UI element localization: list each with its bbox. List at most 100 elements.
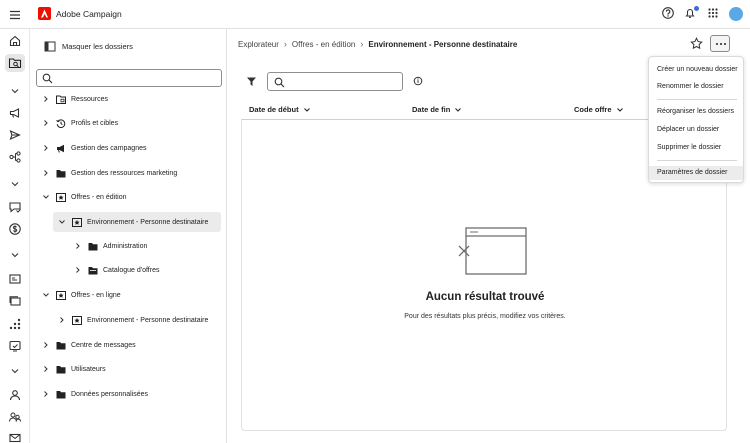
tree-item-donnees-personnalisees[interactable]: Données personnalisées bbox=[42, 384, 148, 404]
tree-item-utilisateurs[interactable]: Utilisateurs bbox=[42, 359, 106, 379]
avatar[interactable] bbox=[729, 7, 743, 21]
chevron-down-icon[interactable] bbox=[8, 364, 22, 378]
chevron-right-icon[interactable] bbox=[42, 169, 50, 177]
menu-item-folder-settings[interactable]: Paramètres de dossier bbox=[649, 166, 743, 180]
more-icon bbox=[716, 43, 718, 45]
chevron-down-icon bbox=[303, 107, 310, 112]
filter-icon[interactable] bbox=[246, 76, 257, 87]
folder-actions-menu: Créer un nouveau dossier Renommer le dos… bbox=[648, 56, 744, 183]
chevron-down-icon[interactable] bbox=[42, 193, 50, 201]
folder-icon bbox=[88, 266, 98, 275]
tree-item-administration[interactable]: Administration bbox=[74, 236, 147, 256]
tree-item-ressources-marketing[interactable]: Gestion des ressources marketing bbox=[42, 163, 177, 183]
column-label: Code offre bbox=[574, 105, 612, 114]
folder-icon bbox=[56, 341, 66, 350]
tree-item-catalogue[interactable]: Catalogue d'offres bbox=[74, 260, 159, 280]
folder-icon bbox=[88, 242, 98, 251]
dollar-icon[interactable] bbox=[8, 222, 22, 236]
message-icon[interactable] bbox=[8, 200, 22, 214]
home-icon[interactable] bbox=[8, 34, 22, 48]
tree-item-profils[interactable]: Profils et cibles bbox=[42, 113, 118, 133]
chevron-down-icon[interactable] bbox=[42, 291, 50, 299]
chevron-right-icon[interactable] bbox=[42, 95, 50, 103]
tree-item-offres-edition[interactable]: Offres - en édition bbox=[42, 187, 127, 207]
column-label: Date de début bbox=[249, 105, 299, 114]
menu-item-reorganize-folders[interactable]: Réorganiser les dossiers bbox=[649, 105, 743, 119]
chevron-right-icon[interactable] bbox=[42, 144, 50, 152]
chevron-right-icon[interactable] bbox=[42, 119, 50, 127]
layers-icon[interactable] bbox=[8, 294, 22, 308]
app-title[interactable]: Adobe Campaign bbox=[56, 9, 122, 19]
menu-divider bbox=[657, 160, 737, 161]
menu-item-delete-folder[interactable]: Supprimer le dossier bbox=[649, 141, 743, 155]
breadcrumb-item[interactable]: Explorateur bbox=[238, 40, 279, 49]
search-icon bbox=[274, 77, 285, 88]
tree-item-ressources[interactable]: Ressources bbox=[42, 89, 108, 109]
tree-item-label: Ressources bbox=[71, 95, 108, 103]
hide-folders-label: Masquer les dossiers bbox=[62, 42, 133, 51]
send-icon[interactable] bbox=[8, 128, 22, 142]
offer-icon bbox=[72, 315, 82, 325]
notification-badge bbox=[694, 6, 699, 11]
chevron-right-icon[interactable] bbox=[74, 266, 82, 274]
tree-item-label: Offres - en édition bbox=[71, 193, 127, 201]
column-label: Date de fin bbox=[412, 105, 451, 114]
tree-item-label: Données personnalisées bbox=[71, 390, 149, 398]
users-icon[interactable] bbox=[8, 410, 22, 424]
breadcrumb-current: Environnement - Personne destinataire bbox=[368, 39, 518, 49]
info-icon[interactable] bbox=[413, 76, 423, 86]
more-actions-button[interactable] bbox=[710, 35, 730, 52]
hide-folders-button[interactable]: Masquer les dossiers bbox=[44, 41, 133, 52]
folder-panel: Masquer les dossiers Ressources Profils … bbox=[30, 29, 227, 443]
help-icon[interactable] bbox=[661, 6, 675, 20]
offer-icon bbox=[56, 192, 66, 202]
column-header-start-date[interactable]: Date de début bbox=[249, 105, 311, 114]
tree-item-environnement-ligne[interactable]: Environnement - Personne destinataire bbox=[58, 310, 208, 330]
megaphone-icon bbox=[56, 144, 66, 153]
chart-icon[interactable] bbox=[8, 317, 22, 331]
star-icon[interactable] bbox=[690, 37, 703, 50]
adobe-logo-icon[interactable] bbox=[38, 7, 51, 20]
id-card-icon[interactable] bbox=[8, 272, 22, 286]
megaphone-icon[interactable] bbox=[8, 106, 22, 120]
chevron-down-icon[interactable] bbox=[8, 177, 22, 191]
mail-icon[interactable] bbox=[8, 431, 22, 443]
breadcrumb-item[interactable]: Offres - en édition bbox=[292, 40, 355, 49]
chevron-right-icon: › bbox=[283, 39, 287, 49]
menu-icon[interactable] bbox=[8, 8, 22, 22]
tree-item-label: Centre de messages bbox=[71, 341, 136, 349]
chevron-down-icon[interactable] bbox=[8, 84, 22, 98]
tree-item-gestion-campagnes[interactable]: Gestion des campagnes bbox=[42, 138, 147, 158]
panel-toggle-icon bbox=[44, 41, 56, 52]
chevron-right-icon[interactable] bbox=[74, 242, 82, 250]
chevron-right-icon[interactable] bbox=[58, 316, 66, 324]
tree-item-label: Offres - en ligne bbox=[71, 291, 121, 299]
folder-icon bbox=[56, 365, 66, 374]
left-rail bbox=[0, 29, 30, 443]
tree-item-offres-ligne[interactable]: Offres - en ligne bbox=[42, 285, 121, 305]
tree-item-label: Environnement - Personne destinataire bbox=[87, 316, 209, 324]
chevron-down-icon[interactable] bbox=[8, 248, 22, 262]
column-header-offer-code[interactable]: Code offre bbox=[574, 105, 624, 114]
user-icon[interactable] bbox=[8, 388, 22, 402]
explorer-icon[interactable] bbox=[5, 54, 25, 72]
column-header-end-date[interactable]: Date de fin bbox=[412, 105, 462, 114]
folder-search-input[interactable] bbox=[36, 69, 222, 87]
tree-item-environnement-selected[interactable]: Environnement - Personne destinataire bbox=[53, 212, 221, 232]
search-input[interactable] bbox=[267, 72, 403, 91]
folder-icon bbox=[56, 169, 66, 178]
tree-item-label: Gestion des campagnes bbox=[71, 144, 147, 152]
chevron-right-icon[interactable] bbox=[42, 390, 50, 398]
tree-item-centre-messages[interactable]: Centre de messages bbox=[42, 335, 136, 355]
empty-state-title: Aucun résultat trouvé bbox=[425, 291, 545, 303]
apps-grid-icon[interactable] bbox=[706, 6, 720, 20]
menu-item-move-folder[interactable]: Déplacer un dossier bbox=[649, 123, 743, 137]
monitor-icon[interactable] bbox=[8, 339, 22, 353]
menu-item-create-folder[interactable]: Créer un nouveau dossier bbox=[649, 63, 743, 77]
chevron-right-icon[interactable] bbox=[42, 365, 50, 373]
chevron-right-icon[interactable] bbox=[42, 341, 50, 349]
workflow-icon[interactable] bbox=[8, 150, 22, 164]
menu-item-rename-folder[interactable]: Renommer le dossier bbox=[649, 80, 743, 94]
chevron-down-icon[interactable] bbox=[58, 218, 66, 226]
menu-divider bbox=[657, 99, 737, 100]
